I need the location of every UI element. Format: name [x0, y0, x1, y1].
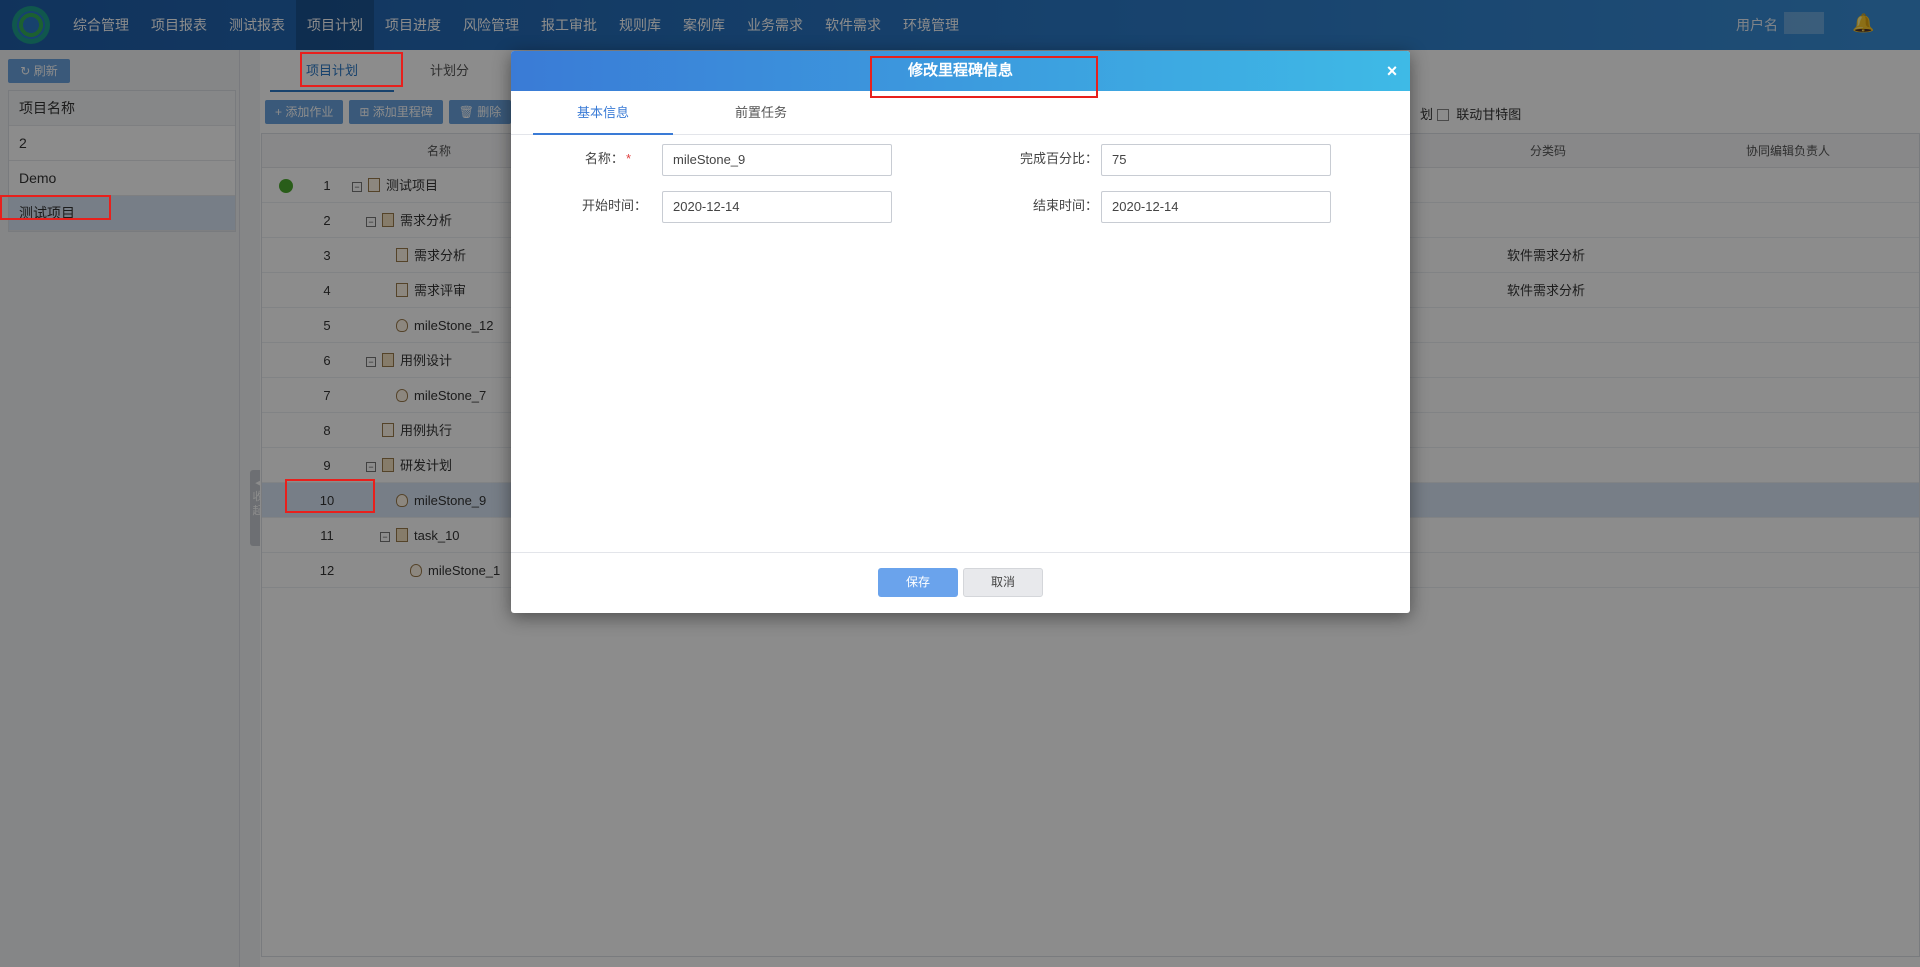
name-input[interactable]: mileStone_9	[662, 144, 892, 176]
save-button[interactable]: 保存	[878, 568, 958, 597]
dialog-footer: 保存 取消	[511, 552, 1410, 613]
annotation-box-row-10	[285, 479, 375, 513]
annotation-box-dialog-title	[870, 56, 1098, 98]
percent-input[interactable]: 75	[1101, 144, 1331, 176]
annotation-box-plan-tab	[300, 52, 403, 87]
name-field-label: 名称： *	[511, 143, 631, 175]
required-marker: *	[625, 151, 631, 166]
percent-field-label: 完成百分比：	[1019, 151, 1098, 166]
start-time-label: 开始时间：	[581, 198, 647, 213]
cancel-button[interactable]: 取消	[963, 568, 1043, 597]
close-icon[interactable]: ×	[1382, 51, 1402, 91]
tab-predecessor[interactable]: 前置任务	[691, 91, 831, 135]
tab-basic-info[interactable]: 基本信息	[533, 91, 673, 135]
end-time-input[interactable]: 2020-12-14	[1101, 191, 1331, 223]
name-label-text: 名称：	[584, 151, 624, 166]
edit-milestone-dialog: 修改里程碑信息 × 基本信息 前置任务 名称： * mileStone_9 完成百…	[511, 51, 1410, 613]
end-time-label: 结束时间：	[1032, 198, 1098, 213]
annotation-box-project	[0, 195, 111, 220]
start-time-input[interactable]: 2020-12-14	[662, 191, 892, 223]
